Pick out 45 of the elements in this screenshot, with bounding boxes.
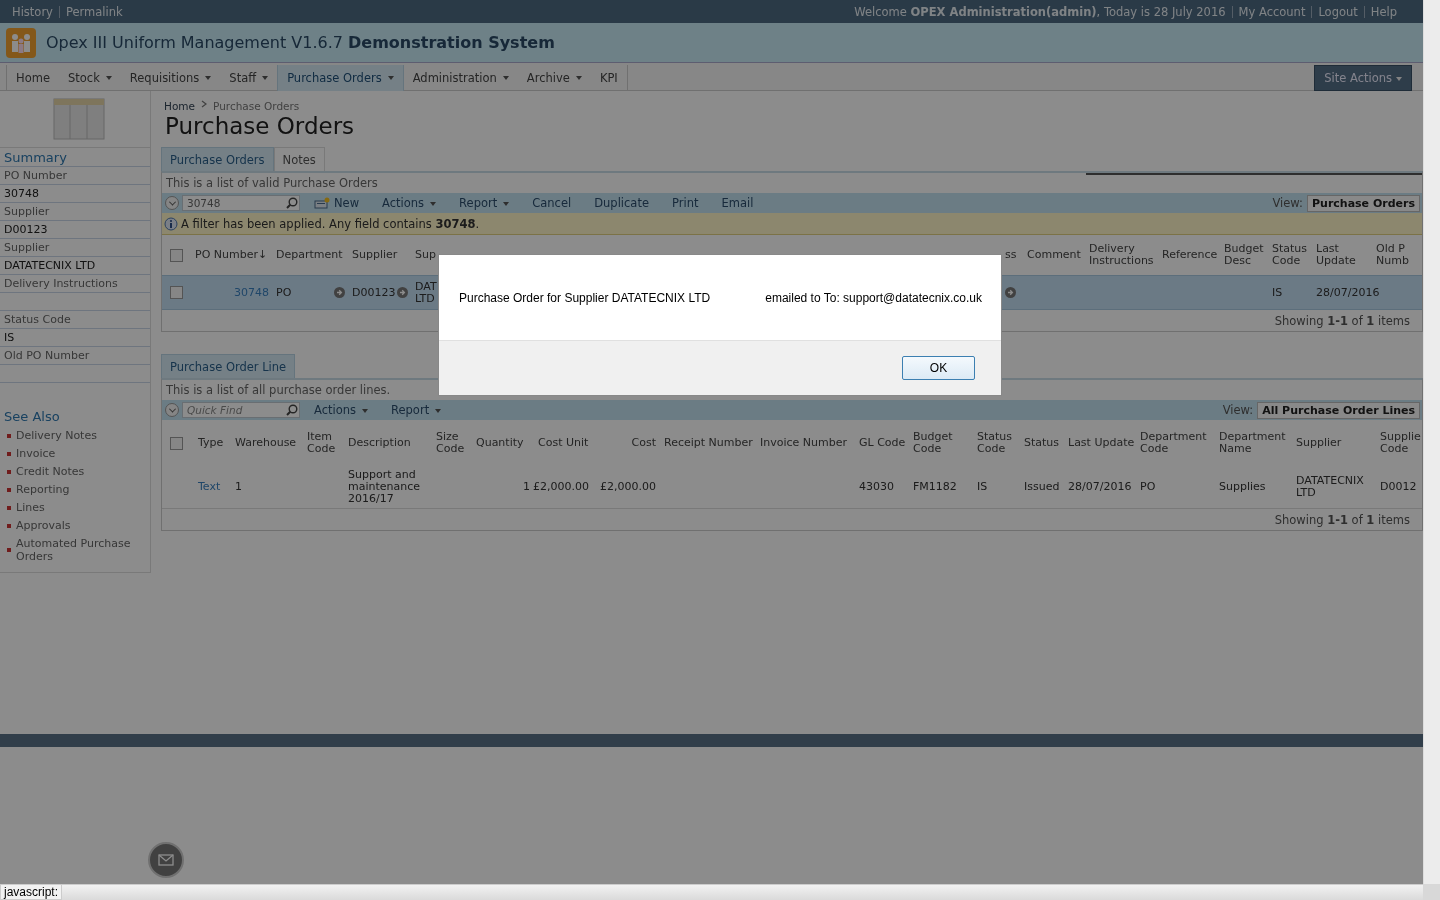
list-description: This is a list of valid Purchase Orders [165, 175, 379, 192]
table-cell: PO [1140, 481, 1156, 493]
table-cell-text: Support and maintenance 2016/17 [348, 469, 422, 505]
field-value: DATATECNIX LTD [4, 259, 96, 272]
dialog-message: Purchase Order for Supplier DATATECNIX LTD [459, 290, 711, 305]
table-cell-text: DATATECNIX LTD [1296, 475, 1365, 499]
table-cell: FM1182 [913, 481, 957, 493]
table-cell: Issued [1024, 481, 1060, 493]
view-label: View: [1272, 196, 1303, 210]
status-text: javascript: [0, 884, 63, 900]
table-cell: IS [1272, 286, 1283, 299]
field-label: PO Number [4, 169, 67, 182]
paging-summary: Showing 1-1 of 1 items [1274, 512, 1410, 527]
paging-summary: Showing 1-1 of 1 items [1274, 313, 1410, 328]
table-cell: 1 [523, 481, 530, 493]
field-label: Old PO Number [4, 349, 90, 362]
field-value: 30748 [4, 187, 39, 200]
table-cell: £2,000.00 [600, 481, 656, 493]
table-cell: Supplies [1219, 481, 1266, 493]
field-label: Supplier [4, 205, 50, 218]
list-description: This is a list of all purchase order lines. [165, 382, 392, 399]
table-cell: PO [276, 286, 292, 299]
table-cell-text: DAT LTD [415, 280, 438, 305]
summary-heading: Summary [0, 147, 150, 167]
table-cell: 43030 [859, 481, 894, 493]
table-cell: 28/07/2016 [1316, 286, 1380, 299]
field-label: Supplier [4, 241, 50, 254]
table-cell: 1 [235, 481, 242, 493]
dialog-recipient: emailed to To: support@datatecnix.co.uk [765, 290, 982, 305]
field-value: IS [4, 331, 15, 344]
table-cell: D0012 [1380, 481, 1417, 493]
field-value: D00123 [4, 223, 48, 236]
page-title: Purchase Orders [164, 112, 356, 140]
table-cell: D00123 [352, 286, 396, 299]
breadcrumb-current: Purchase Orders [213, 100, 300, 112]
view-label: View: [1222, 403, 1254, 417]
see-also-heading: See Also [3, 408, 61, 426]
table-cell: £2,000.00 [533, 481, 589, 493]
field-label: Status Code [4, 313, 71, 326]
app-title: Opex III Uniform Management V1.6.7 Demonstration System [46, 33, 555, 52]
table-cell: 28/07/2016 [1068, 481, 1132, 493]
table-cell: IS [977, 481, 988, 493]
welcome-text: Welcome OPEX Administration(admin), Today is 28 July 2016 [854, 4, 1226, 19]
field-label: Delivery Instructions [4, 277, 118, 290]
filter-notice: A filter has been applied. Any field contains 30748. [181, 216, 480, 231]
